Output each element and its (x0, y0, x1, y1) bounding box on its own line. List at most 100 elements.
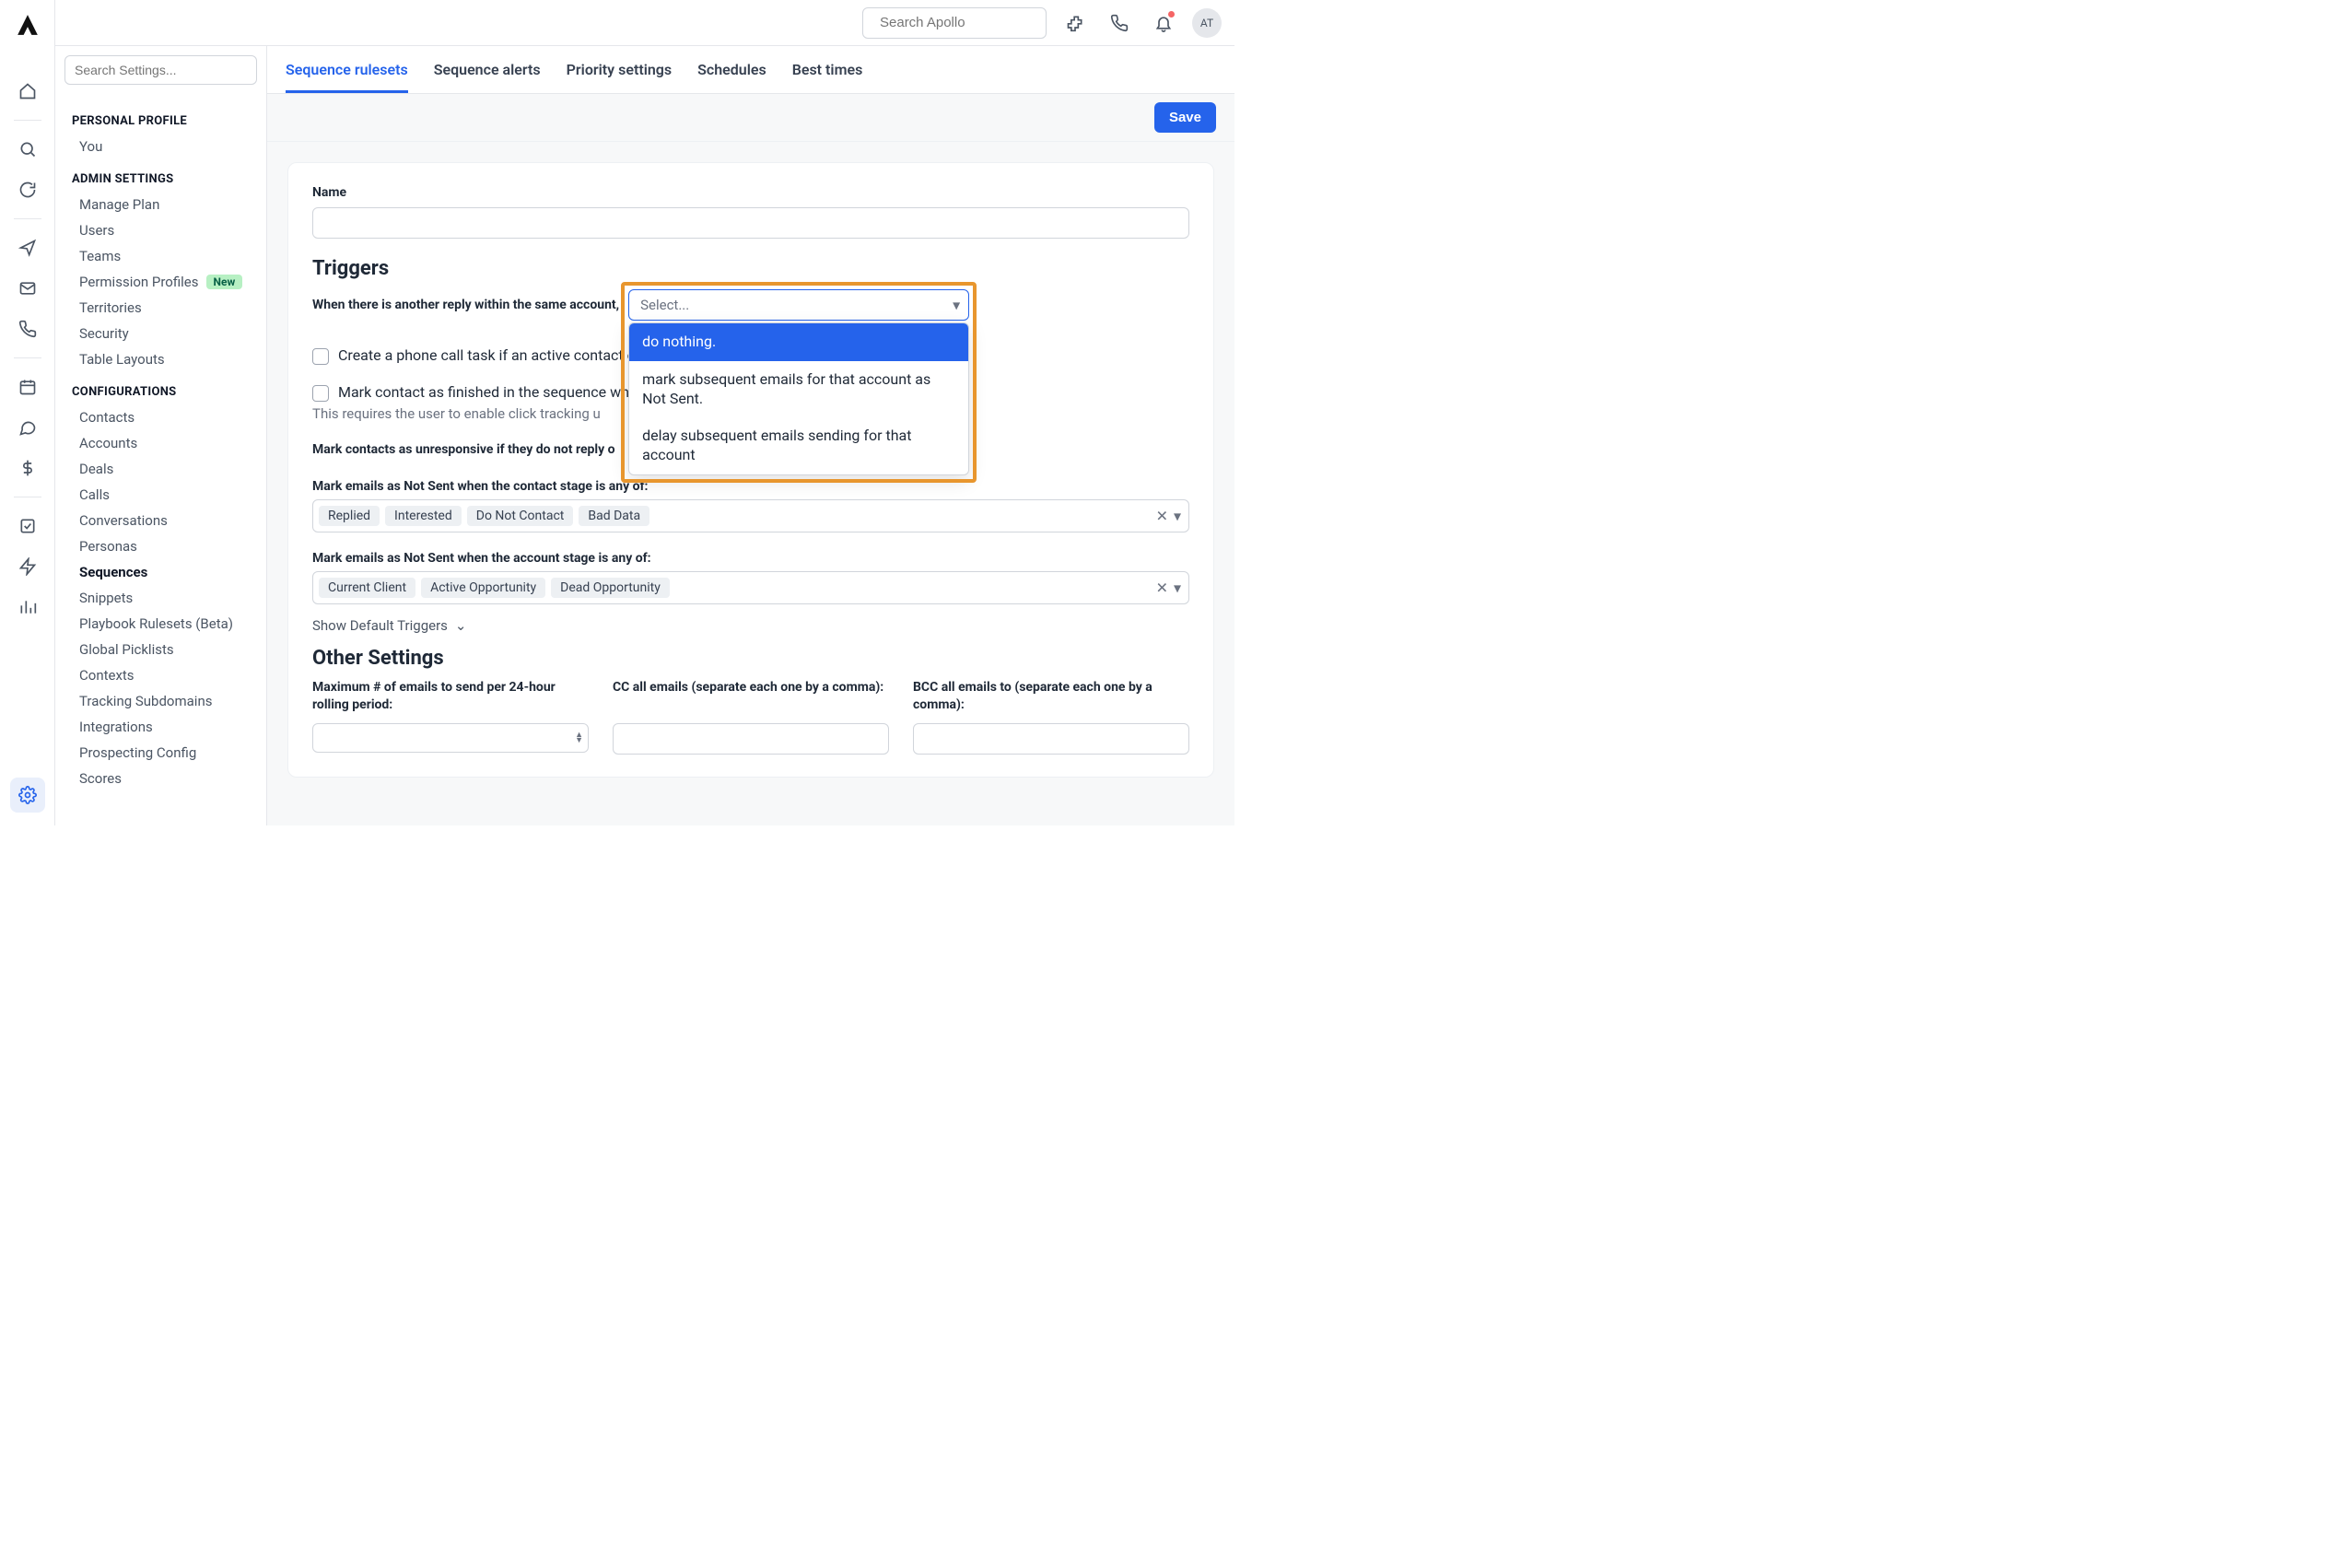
number-stepper[interactable]: ▲▼ (575, 732, 583, 743)
token[interactable]: Do Not Contact (467, 506, 574, 526)
token[interactable]: Bad Data (579, 506, 649, 526)
contact-stage-multiselect[interactable]: Replied Interested Do Not Contact Bad Da… (312, 499, 1189, 532)
token[interactable]: Dead Opportunity (551, 578, 670, 598)
clear-icon[interactable]: ✕ (1156, 579, 1168, 597)
sidebar-item-playbook-rulesets[interactable]: Playbook Rulesets (Beta) (64, 611, 257, 637)
show-default-label: Show Default Triggers (312, 617, 448, 634)
sidebar-item-label: Permission Profiles (79, 274, 199, 290)
reply-action-select[interactable]: Select... ▾ do nothing. mark subsequent … (628, 289, 969, 321)
sidebar-item-territories[interactable]: Territories (64, 295, 257, 321)
account-stage-multiselect[interactable]: Current Client Active Opportunity Dead O… (312, 571, 1189, 604)
settings-gear-icon[interactable] (10, 778, 45, 813)
sidebar-item-deals[interactable]: Deals (64, 456, 257, 482)
send-icon[interactable] (10, 230, 45, 265)
notifications-icon[interactable] (1148, 7, 1179, 39)
task-icon[interactable] (10, 509, 45, 544)
sidebar-item-contexts[interactable]: Contexts (64, 662, 257, 688)
reply-prompt: When there is another reply within the s… (312, 298, 619, 312)
avatar[interactable]: AT (1192, 8, 1222, 38)
mark-finished-checkbox[interactable] (312, 385, 329, 402)
sidebar-item-prospecting-config[interactable]: Prospecting Config (64, 740, 257, 766)
main: Sequence rulesets Sequence alerts Priori… (267, 46, 1234, 825)
analytics-icon[interactable] (10, 590, 45, 625)
bcc-input[interactable] (913, 723, 1189, 755)
max-emails-label: Maximum # of emails to send per 24-hour … (312, 679, 589, 716)
ruleset-card: Name Triggers When there is another repl… (287, 162, 1214, 778)
sidebar-item-tracking-subdomains[interactable]: Tracking Subdomains (64, 688, 257, 714)
reply-action-dropdown: do nothing. mark subsequent emails for t… (628, 322, 969, 475)
tab-schedules[interactable]: Schedules (697, 46, 766, 93)
tab-sequence-rulesets[interactable]: Sequence rulesets (286, 46, 408, 93)
phone-icon[interactable] (10, 311, 45, 346)
left-rail (0, 0, 55, 825)
global-search[interactable] (862, 7, 1047, 39)
token[interactable]: Current Client (319, 578, 415, 598)
token[interactable]: Interested (385, 506, 462, 526)
refresh-icon[interactable] (10, 172, 45, 207)
create-call-task-label: Create a phone call task if an active co… (338, 346, 636, 364)
sidebar-item-conversations[interactable]: Conversations (64, 508, 257, 533)
tab-sequence-alerts[interactable]: Sequence alerts (434, 46, 541, 93)
chat-icon[interactable] (10, 410, 45, 445)
select-placeholder[interactable]: Select... (628, 289, 969, 321)
chevron-down-icon[interactable]: ▾ (1174, 579, 1181, 597)
app-logo[interactable] (10, 7, 45, 42)
sidebar-item-snippets[interactable]: Snippets (64, 585, 257, 611)
sidebar-item-permission-profiles[interactable]: Permission Profiles New (64, 269, 257, 295)
save-row: Save (267, 94, 1234, 142)
chevron-down-icon[interactable]: ▾ (1174, 508, 1181, 525)
sidebar-item-personas[interactable]: Personas (64, 533, 257, 559)
sidebar-item-you[interactable]: You (64, 134, 257, 159)
cc-input[interactable] (613, 723, 889, 755)
sidebar-item-integrations[interactable]: Integrations (64, 714, 257, 740)
cc-label: CC all emails (separate each one by a co… (613, 679, 889, 716)
bolt-icon[interactable] (10, 549, 45, 584)
sidebar-item-table-layouts[interactable]: Table Layouts (64, 346, 257, 372)
sidebar-item-security[interactable]: Security (64, 321, 257, 346)
calendar-icon[interactable] (10, 369, 45, 404)
settings-search-input[interactable] (64, 55, 257, 85)
triggers-heading: Triggers (312, 257, 1189, 280)
dialer-icon[interactable] (1104, 7, 1135, 39)
sidebar-item-calls[interactable]: Calls (64, 482, 257, 508)
global-search-input[interactable] (880, 15, 1063, 30)
mail-icon[interactable] (10, 271, 45, 306)
chevron-down-icon: ▾ (953, 297, 960, 314)
topbar: AT (55, 0, 1234, 46)
home-icon[interactable] (10, 74, 45, 109)
tab-best-times[interactable]: Best times (792, 46, 863, 93)
search-icon[interactable] (10, 132, 45, 167)
sidebar-item-accounts[interactable]: Accounts (64, 430, 257, 456)
sidebar-item-sequences[interactable]: Sequences (64, 559, 257, 585)
sidebar-item-manage-plan[interactable]: Manage Plan (64, 192, 257, 217)
notsent-contact-prompt: Mark emails as Not Sent when the contact… (312, 479, 1189, 494)
plugin-icon[interactable] (1059, 7, 1091, 39)
new-badge: New (206, 275, 243, 289)
sidebar-item-global-picklists[interactable]: Global Picklists (64, 637, 257, 662)
mark-finished-label: Mark contact as finished in the sequence… (338, 383, 629, 401)
tabs: Sequence rulesets Sequence alerts Priori… (267, 46, 1234, 94)
money-icon[interactable] (10, 451, 45, 486)
name-input[interactable] (312, 207, 1189, 239)
settings-sidebar: PERSONAL PROFILE You ADMIN SETTINGS Mana… (55, 46, 267, 825)
option-mark-not-sent[interactable]: mark subsequent emails for that account … (629, 361, 968, 418)
show-default-triggers[interactable]: Show Default Triggers ⌄ (312, 617, 1189, 634)
save-button[interactable]: Save (1154, 102, 1216, 133)
sidebar-item-scores[interactable]: Scores (64, 766, 257, 791)
sidebar-item-teams[interactable]: Teams (64, 243, 257, 269)
sidebar-item-contacts[interactable]: Contacts (64, 404, 257, 430)
max-emails-input[interactable] (312, 723, 589, 753)
tab-priority-settings[interactable]: Priority settings (567, 46, 672, 93)
section-config-title: CONFIGURATIONS (72, 385, 257, 399)
sidebar-item-users[interactable]: Users (64, 217, 257, 243)
clear-icon[interactable]: ✕ (1156, 508, 1168, 525)
token[interactable]: Active Opportunity (421, 578, 545, 598)
create-call-task-checkbox[interactable] (312, 348, 329, 365)
section-admin-title: ADMIN SETTINGS (72, 172, 257, 186)
token[interactable]: Replied (319, 506, 380, 526)
option-do-nothing[interactable]: do nothing. (629, 323, 968, 361)
notsent-account-prompt: Mark emails as Not Sent when the account… (312, 551, 1189, 566)
other-settings-heading: Other Settings (312, 647, 1189, 670)
option-delay-sending[interactable]: delay subsequent emails sending for that… (629, 417, 968, 474)
chevron-down-icon: ⌄ (455, 617, 467, 634)
